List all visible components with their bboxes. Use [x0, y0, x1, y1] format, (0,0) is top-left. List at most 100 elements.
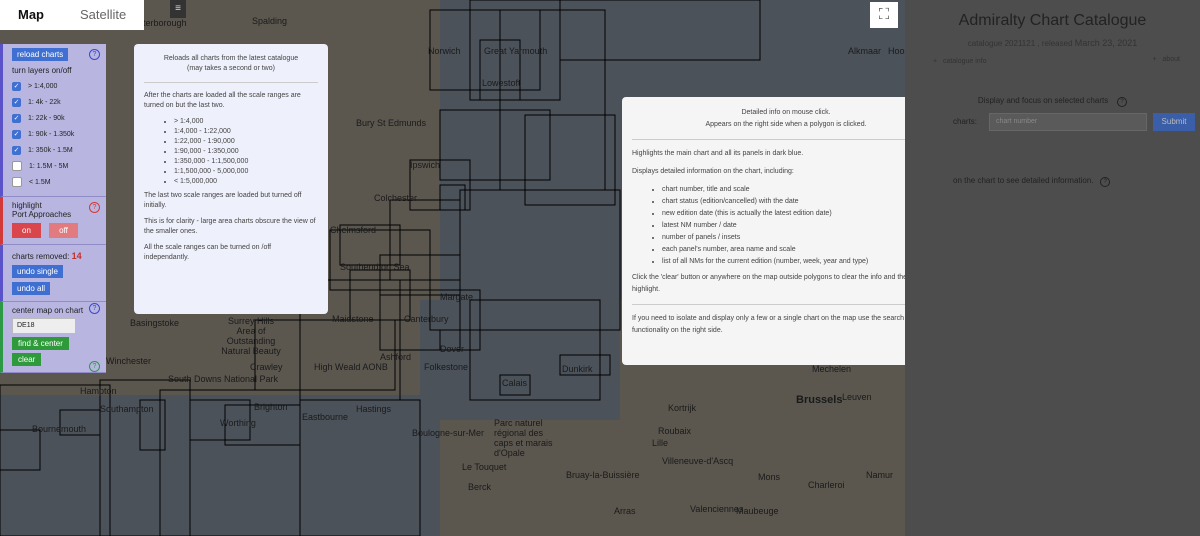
map-label: Norwich	[428, 46, 461, 56]
checkbox-unchecked[interactable]	[12, 177, 22, 187]
highlight-off-button[interactable]: off	[49, 223, 78, 238]
list-item: number of panels / insets	[662, 232, 940, 244]
checkbox-checked[interactable]: ✓	[12, 129, 21, 139]
map-label: Lille	[652, 438, 669, 448]
plus-icon: +	[1152, 56, 1157, 63]
hint-text: on the chart to see detailed information…	[953, 176, 1094, 185]
layer-toggle[interactable]: ✓ 1: 350k - 1.5M	[12, 142, 101, 158]
help-icon[interactable]: ?	[89, 202, 100, 213]
layer-label: > 1:4,000	[28, 82, 58, 90]
scale-range-list: > 1:4,000 1:4,000 - 1:22,000 1:22,000 - …	[144, 117, 318, 187]
control-panel: reload charts ? turn layers on/off ✓ > 1:…	[0, 44, 106, 373]
highlight-section: highlight ? Port Approaches on off	[0, 197, 106, 245]
map-label: Maubeuge	[736, 506, 779, 516]
detail-list: chart number, title and scale chart stat…	[632, 184, 940, 268]
reload-help-tooltip: Reloads all charts from the latest catal…	[134, 44, 328, 314]
undo-all-button[interactable]: undo all	[12, 282, 51, 295]
map-label: Ipswich	[410, 160, 441, 170]
display-section-title: Display and focus on selected charts ?	[905, 96, 1200, 107]
help-icon[interactable]: ?	[1117, 97, 1128, 107]
plus-icon: +	[933, 58, 938, 65]
fullscreen-button[interactable]: ⛶	[870, 2, 898, 28]
layer-label: 1: 1.5M - 5M	[29, 162, 69, 170]
layer-toggle[interactable]: ✓ 1: 90k - 1.350k	[12, 126, 101, 142]
layer-toggle[interactable]: < 1.5M	[12, 174, 101, 190]
layer-label: 1: 90k - 1.350k	[28, 130, 75, 138]
map-label: Southend on Sea	[340, 262, 410, 272]
layer-label: < 1.5M	[29, 178, 51, 186]
map-label: Colchester	[374, 193, 418, 203]
tooltip-header: Reloads all charts from the latest catal…	[163, 55, 299, 62]
tooltip-header: Detailed info on mouse click.	[741, 109, 831, 116]
checkbox-checked[interactable]: ✓	[12, 113, 21, 123]
fullscreen-icon: ⛶	[878, 6, 890, 23]
map-label: Surrey Hills Area of Outstanding Natural…	[221, 316, 281, 356]
map-label: Villeneuve-d'Ascq	[662, 456, 734, 466]
checkbox-checked[interactable]: ✓	[12, 97, 21, 107]
chart-search-input[interactable]: chart number	[989, 113, 1147, 131]
chart-number-input[interactable]: DE18	[12, 318, 76, 334]
list-item: 1:350,000 - 1:1,500,000	[174, 157, 318, 167]
tab-satellite[interactable]: Satellite	[62, 0, 144, 30]
help-icon[interactable]: ?	[89, 49, 100, 60]
list-item: chart status (edition/cancelled) with th…	[662, 196, 940, 208]
list-item: > 1:4,000	[174, 117, 318, 127]
tab-map[interactable]: Map	[0, 0, 62, 30]
charts-removed-count: 14	[71, 251, 82, 261]
layer-toggle[interactable]: ✓ 1: 4k - 22k	[12, 94, 101, 110]
list-item: list of all NMs for the current edition …	[662, 256, 940, 268]
map-label: Brussels	[796, 394, 843, 406]
map-label: Hoo	[888, 46, 905, 56]
map-label: Dunkirk	[562, 364, 593, 374]
map-label: Canterbury	[404, 314, 449, 324]
center-title: center map on chart	[12, 306, 84, 315]
map-label: Folkestone	[424, 362, 469, 372]
checkbox-unchecked[interactable]	[12, 161, 22, 171]
list-item: new edition date (this is actually the l…	[662, 208, 940, 220]
checkbox-checked[interactable]: ✓	[12, 81, 21, 91]
tooltip-text: After the charts are loaded all the scal…	[144, 92, 301, 109]
map-label: Great Yarmouth	[484, 46, 548, 56]
map-label: Parc naturel régional des caps et marais…	[494, 418, 553, 458]
find-center-button[interactable]: find & center	[12, 337, 69, 350]
page-title: Admiralty Chart Catalogue	[958, 12, 1147, 29]
layers-icon[interactable]: ≡	[170, 0, 186, 18]
map-label: Margate	[440, 292, 474, 302]
tooltip-text: Displays detailed information on the cha…	[632, 168, 794, 175]
checkbox-checked[interactable]: ✓	[12, 145, 21, 155]
map-label: Leuven	[842, 392, 872, 402]
map-label: Worthing	[220, 418, 256, 428]
about-link[interactable]: + about	[1153, 56, 1180, 63]
catalogue-info-link[interactable]: + catalogue info	[933, 58, 987, 65]
charts-label: charts:	[953, 117, 978, 126]
map-label: Lowestoft	[482, 78, 521, 88]
map-label: Crawley	[250, 362, 283, 372]
map-label: Chelmsford	[330, 225, 377, 235]
help-icon[interactable]: ?	[89, 361, 100, 372]
charts-removed-label: charts removed:	[12, 252, 70, 261]
reload-charts-button[interactable]: reload charts	[12, 48, 69, 61]
map-label: Charleroi	[808, 480, 845, 490]
tooltip-text: The last two scale ranges are loaded but…	[144, 192, 302, 209]
help-icon[interactable]: ?	[1100, 177, 1111, 187]
submit-button[interactable]: Submit	[1153, 113, 1195, 131]
undo-single-button[interactable]: undo single	[12, 265, 63, 278]
clear-button[interactable]: clear	[12, 353, 42, 366]
map-label: Eastbourne	[302, 412, 349, 422]
layer-toggle[interactable]: ✓ > 1:4,000	[12, 78, 101, 94]
layers-title: turn layers on/off	[12, 66, 72, 75]
map-label: Boulogne-sur-Mer	[412, 428, 485, 438]
map-label: South Downs National Park	[168, 374, 279, 384]
layer-toggle[interactable]: ✓ 1: 22k - 90k	[12, 110, 101, 126]
map-label: Maidstone	[332, 314, 374, 324]
map-label: Hastings	[356, 404, 392, 414]
layer-label: 1: 350k - 1.5M	[28, 146, 73, 154]
layer-label: 1: 4k - 22k	[28, 98, 61, 106]
layers-section: reload charts ? turn layers on/off ✓ > 1:…	[0, 44, 106, 197]
layer-toggle[interactable]: 1: 1.5M - 5M	[12, 158, 101, 174]
map-label: High Weald AONB	[314, 362, 388, 372]
list-item: 1:4,000 - 1:22,000	[174, 127, 318, 137]
display-label: Display and focus on selected charts	[977, 96, 1109, 105]
sidebar-links: + catalogue info + about	[905, 52, 1200, 70]
highlight-on-button[interactable]: on	[12, 223, 41, 238]
